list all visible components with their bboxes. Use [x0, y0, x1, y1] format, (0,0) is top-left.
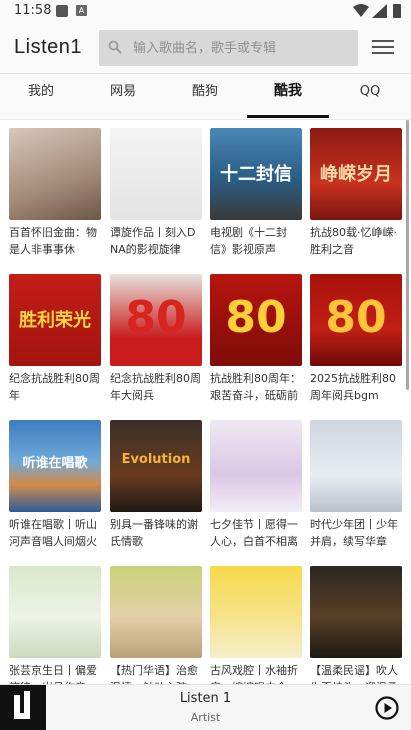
- cover-text: 十二封信: [220, 164, 292, 185]
- menu-icon[interactable]: [372, 40, 394, 56]
- wifi-icon: [353, 4, 369, 17]
- playlist-card[interactable]: 张芸京生日丨偏爱旋律，岁月作章: [9, 566, 101, 684]
- playlist-title[interactable]: 百首怀旧金曲：物是人非事事休: [9, 224, 101, 258]
- cover-text: 峥嵘岁月: [320, 164, 392, 185]
- notification-icon: [56, 5, 68, 17]
- status-time: 11:58: [14, 3, 52, 18]
- playlist-cover[interactable]: Evolution: [110, 420, 202, 512]
- battery-icon: [393, 4, 401, 18]
- tab-mine[interactable]: 我的: [0, 75, 82, 118]
- cover-text: 胜利荣光: [19, 310, 91, 331]
- playlist-title[interactable]: 张芸京生日丨偏爱旋律，岁月作章: [9, 662, 101, 684]
- active-tab-indicator: [247, 115, 329, 118]
- playlist-title[interactable]: 2025抗战胜利80周年阅兵bgm: [310, 370, 402, 404]
- play-icon[interactable]: [375, 696, 399, 720]
- mini-player[interactable]: Listen 1 Artist: [0, 684, 411, 730]
- playlist-title[interactable]: 纪念抗战胜利80周年大阅兵: [110, 370, 202, 404]
- signal-icon: [372, 4, 387, 18]
- playlist-card[interactable]: 百首怀旧金曲：物是人非事事休: [9, 128, 101, 258]
- playlist-card[interactable]: 时代少年团丨少年并肩，续写华章: [310, 420, 402, 550]
- playlist-cover[interactable]: 80: [310, 274, 402, 366]
- playlist-grid: 百首怀旧金曲：物是人非事事休 谭旋作品丨刻入DNA的影视旋律 十二封信 电视剧《…: [0, 120, 411, 684]
- playlist-title[interactable]: 听谁在唱歌丨听山河声音唱人间烟火: [9, 516, 101, 550]
- playlist-cover[interactable]: [9, 566, 101, 658]
- search-box[interactable]: [99, 30, 358, 66]
- playlist-title[interactable]: 【热门华语】治愈温情，触动心弦: [110, 662, 202, 684]
- search-icon: [108, 40, 122, 54]
- playlist-cover[interactable]: [210, 566, 302, 658]
- playlist-title[interactable]: 别具一番锋味的谢氏情歌: [110, 516, 202, 550]
- playlist-title[interactable]: 谭旋作品丨刻入DNA的影视旋律: [110, 224, 202, 258]
- playlist-title[interactable]: 七夕佳节丨愿得一人心，白首不相离: [210, 516, 302, 550]
- playlist-cover[interactable]: 80: [210, 274, 302, 366]
- playlist-cover[interactable]: 80: [110, 274, 202, 366]
- search-input[interactable]: [133, 30, 353, 66]
- playlist-cover[interactable]: 胜利荣光: [9, 274, 101, 366]
- playlist-title[interactable]: 【温柔民谣】吹人生页枝头，迎温柔: [310, 662, 402, 684]
- playlist-title[interactable]: 电视剧《十二封信》影视原声: [210, 224, 302, 258]
- playlist-card[interactable]: 听谁在唱歌 听谁在唱歌丨听山河声音唱人间烟火: [9, 420, 101, 550]
- playlist-title[interactable]: 抗战胜利80周年：艰苦奋斗，砥砺前行: [210, 370, 302, 404]
- tab-netease[interactable]: 网易: [82, 75, 164, 118]
- playlist-title[interactable]: 纪念抗战胜利80周年: [9, 370, 101, 404]
- playlist-cover[interactable]: 峥嵘岁月: [310, 128, 402, 220]
- playlist-cover[interactable]: [310, 566, 402, 658]
- playlist-card[interactable]: 80 2025抗战胜利80周年阅兵bgm: [310, 274, 402, 404]
- playlist-card[interactable]: 谭旋作品丨刻入DNA的影视旋律: [110, 128, 202, 258]
- playlist-title[interactable]: 抗战80载·忆峥嵘·胜利之音: [310, 224, 402, 258]
- scrollbar[interactable]: [406, 120, 409, 390]
- cover-text: 80: [125, 292, 187, 343]
- playlist-cover[interactable]: [110, 128, 202, 220]
- cover-text: 80: [325, 292, 387, 343]
- notification-a-icon: A: [76, 5, 87, 16]
- tab-kugou[interactable]: 酷狗: [164, 75, 246, 118]
- playlist-card[interactable]: 古风戏腔丨水袖折扇，婉婉唱古今: [210, 566, 302, 684]
- tab-qq[interactable]: QQ: [329, 75, 411, 118]
- playlist-title[interactable]: 时代少年团丨少年并肩，续写华章: [310, 516, 402, 550]
- playlist-cover[interactable]: [110, 566, 202, 658]
- player-artist: Artist: [190, 711, 221, 724]
- playlist-card[interactable]: 七夕佳节丨愿得一人心，白首不相离: [210, 420, 302, 550]
- playlist-card[interactable]: 峥嵘岁月 抗战80载·忆峥嵘·胜利之音: [310, 128, 402, 258]
- playlist-cover[interactable]: 十二封信: [210, 128, 302, 220]
- tab-kuwo[interactable]: 酷我: [247, 75, 329, 118]
- playlist-card[interactable]: 【温柔民谣】吹人生页枝头，迎温柔: [310, 566, 402, 684]
- playlist-card[interactable]: 胜利荣光 纪念抗战胜利80周年: [9, 274, 101, 404]
- playlist-card[interactable]: Evolution 别具一番锋味的谢氏情歌: [110, 420, 202, 550]
- playlist-cover[interactable]: [9, 128, 101, 220]
- status-bar: 11:58 A: [0, 0, 411, 24]
- playlist-title[interactable]: 古风戏腔丨水袖折扇，婉婉唱古今: [210, 662, 302, 684]
- source-tabs: 我的 网易 酷狗 酷我 QQ: [0, 75, 411, 120]
- playlist-card[interactable]: 80 抗战胜利80周年：艰苦奋斗，砥砺前行: [210, 274, 302, 404]
- player-track-title: Listen 1: [179, 691, 232, 706]
- playlist-card[interactable]: 十二封信 电视剧《十二封信》影视原声: [210, 128, 302, 258]
- cover-text: 80: [225, 292, 287, 343]
- app-header: Listen1: [0, 24, 411, 74]
- playlist-card[interactable]: 【热门华语】治愈温情，触动心弦: [110, 566, 202, 684]
- playlist-cover[interactable]: [210, 420, 302, 512]
- app-title: Listen1: [14, 36, 82, 58]
- playlist-card[interactable]: 80 纪念抗战胜利80周年大阅兵: [110, 274, 202, 404]
- playlist-cover[interactable]: 听谁在唱歌: [9, 420, 101, 512]
- cover-text: 听谁在唱歌: [22, 456, 88, 471]
- cover-text: Evolution: [121, 452, 191, 467]
- playlist-cover[interactable]: [310, 420, 402, 512]
